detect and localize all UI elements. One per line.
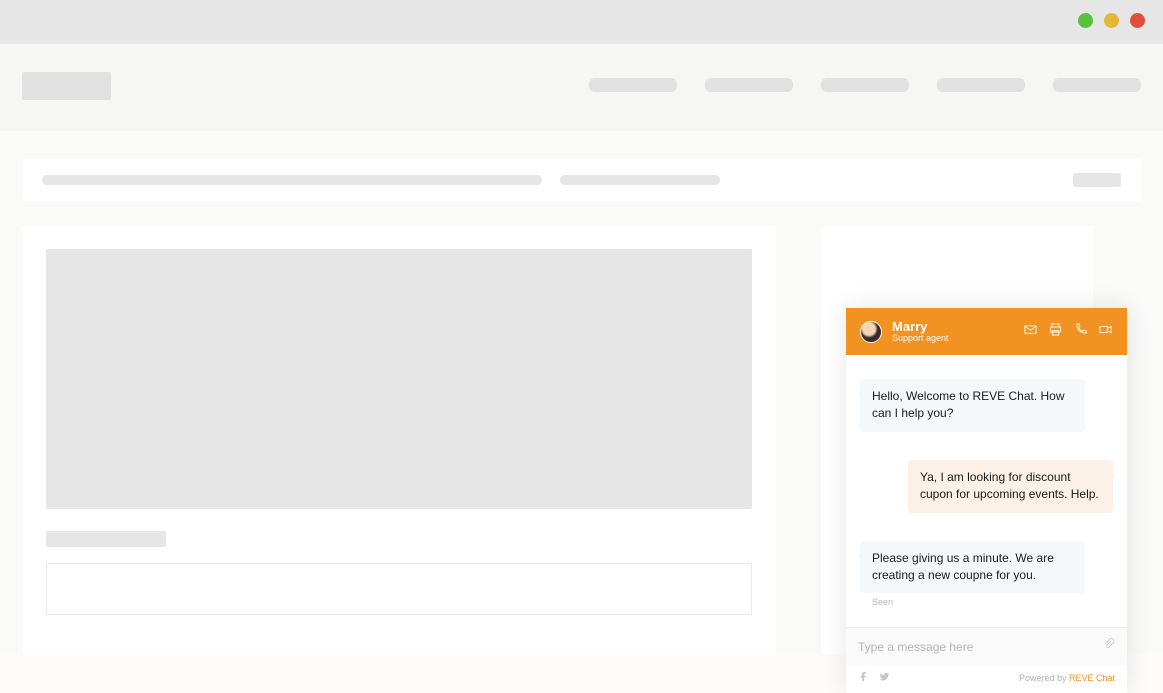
search-text-placeholder [42,175,542,185]
nav-item-placeholder [821,78,909,92]
print-icon[interactable] [1048,322,1063,342]
nav-item-placeholder [705,78,793,92]
nav-placeholder-group [589,72,1141,92]
chat-widget: Marry Support agent Hello, Welcome to RE… [846,308,1127,693]
nav-item-placeholder [937,78,1025,92]
field-placeholder [46,563,752,615]
agent-name: Marry [892,320,949,334]
title-placeholder [46,531,166,547]
social-links [858,669,890,687]
chat-header: Marry Support agent [846,308,1127,355]
mail-icon[interactable] [1023,322,1038,342]
chat-footer: Powered by REVE Chat [846,665,1127,693]
browser-title-bar [0,0,1163,44]
powered-prefix: Powered by [1019,673,1069,683]
search-bar [22,159,1141,201]
agent-avatar [860,321,882,343]
chat-header-actions [1023,322,1113,342]
search-button-placeholder [1073,173,1121,187]
logo-placeholder [22,72,111,100]
chat-message-agent: Please giving us a minute. We are creati… [860,541,1085,594]
chat-message-user: Ya, I am looking for discount cupon for … [908,460,1113,513]
minimize-dot[interactable] [1078,13,1093,28]
agent-info: Marry Support agent [892,320,949,343]
powered-brand: REVE Chat [1069,673,1115,683]
maximize-dot[interactable] [1104,13,1119,28]
attachment-icon[interactable] [1103,637,1115,656]
facebook-icon[interactable] [858,669,869,687]
phone-icon[interactable] [1073,322,1088,342]
message-status: Seen [872,597,1113,607]
twitter-icon[interactable] [879,669,890,687]
video-icon[interactable] [1098,322,1113,342]
site-header [0,44,1163,131]
chat-input-bar [846,627,1127,665]
close-dot[interactable] [1130,13,1145,28]
chat-body: Hello, Welcome to REVE Chat. How can I h… [846,355,1127,627]
chat-message-input[interactable] [858,640,1103,654]
nav-item-placeholder [1053,78,1141,92]
chat-message-agent: Hello, Welcome to REVE Chat. How can I h… [860,379,1085,432]
nav-item-placeholder [589,78,677,92]
main-card [22,225,776,655]
agent-role: Support agent [892,334,949,343]
image-placeholder [46,249,752,509]
search-text-placeholder [560,175,720,185]
powered-by[interactable]: Powered by REVE Chat [1019,673,1115,683]
window-controls [1078,13,1145,28]
